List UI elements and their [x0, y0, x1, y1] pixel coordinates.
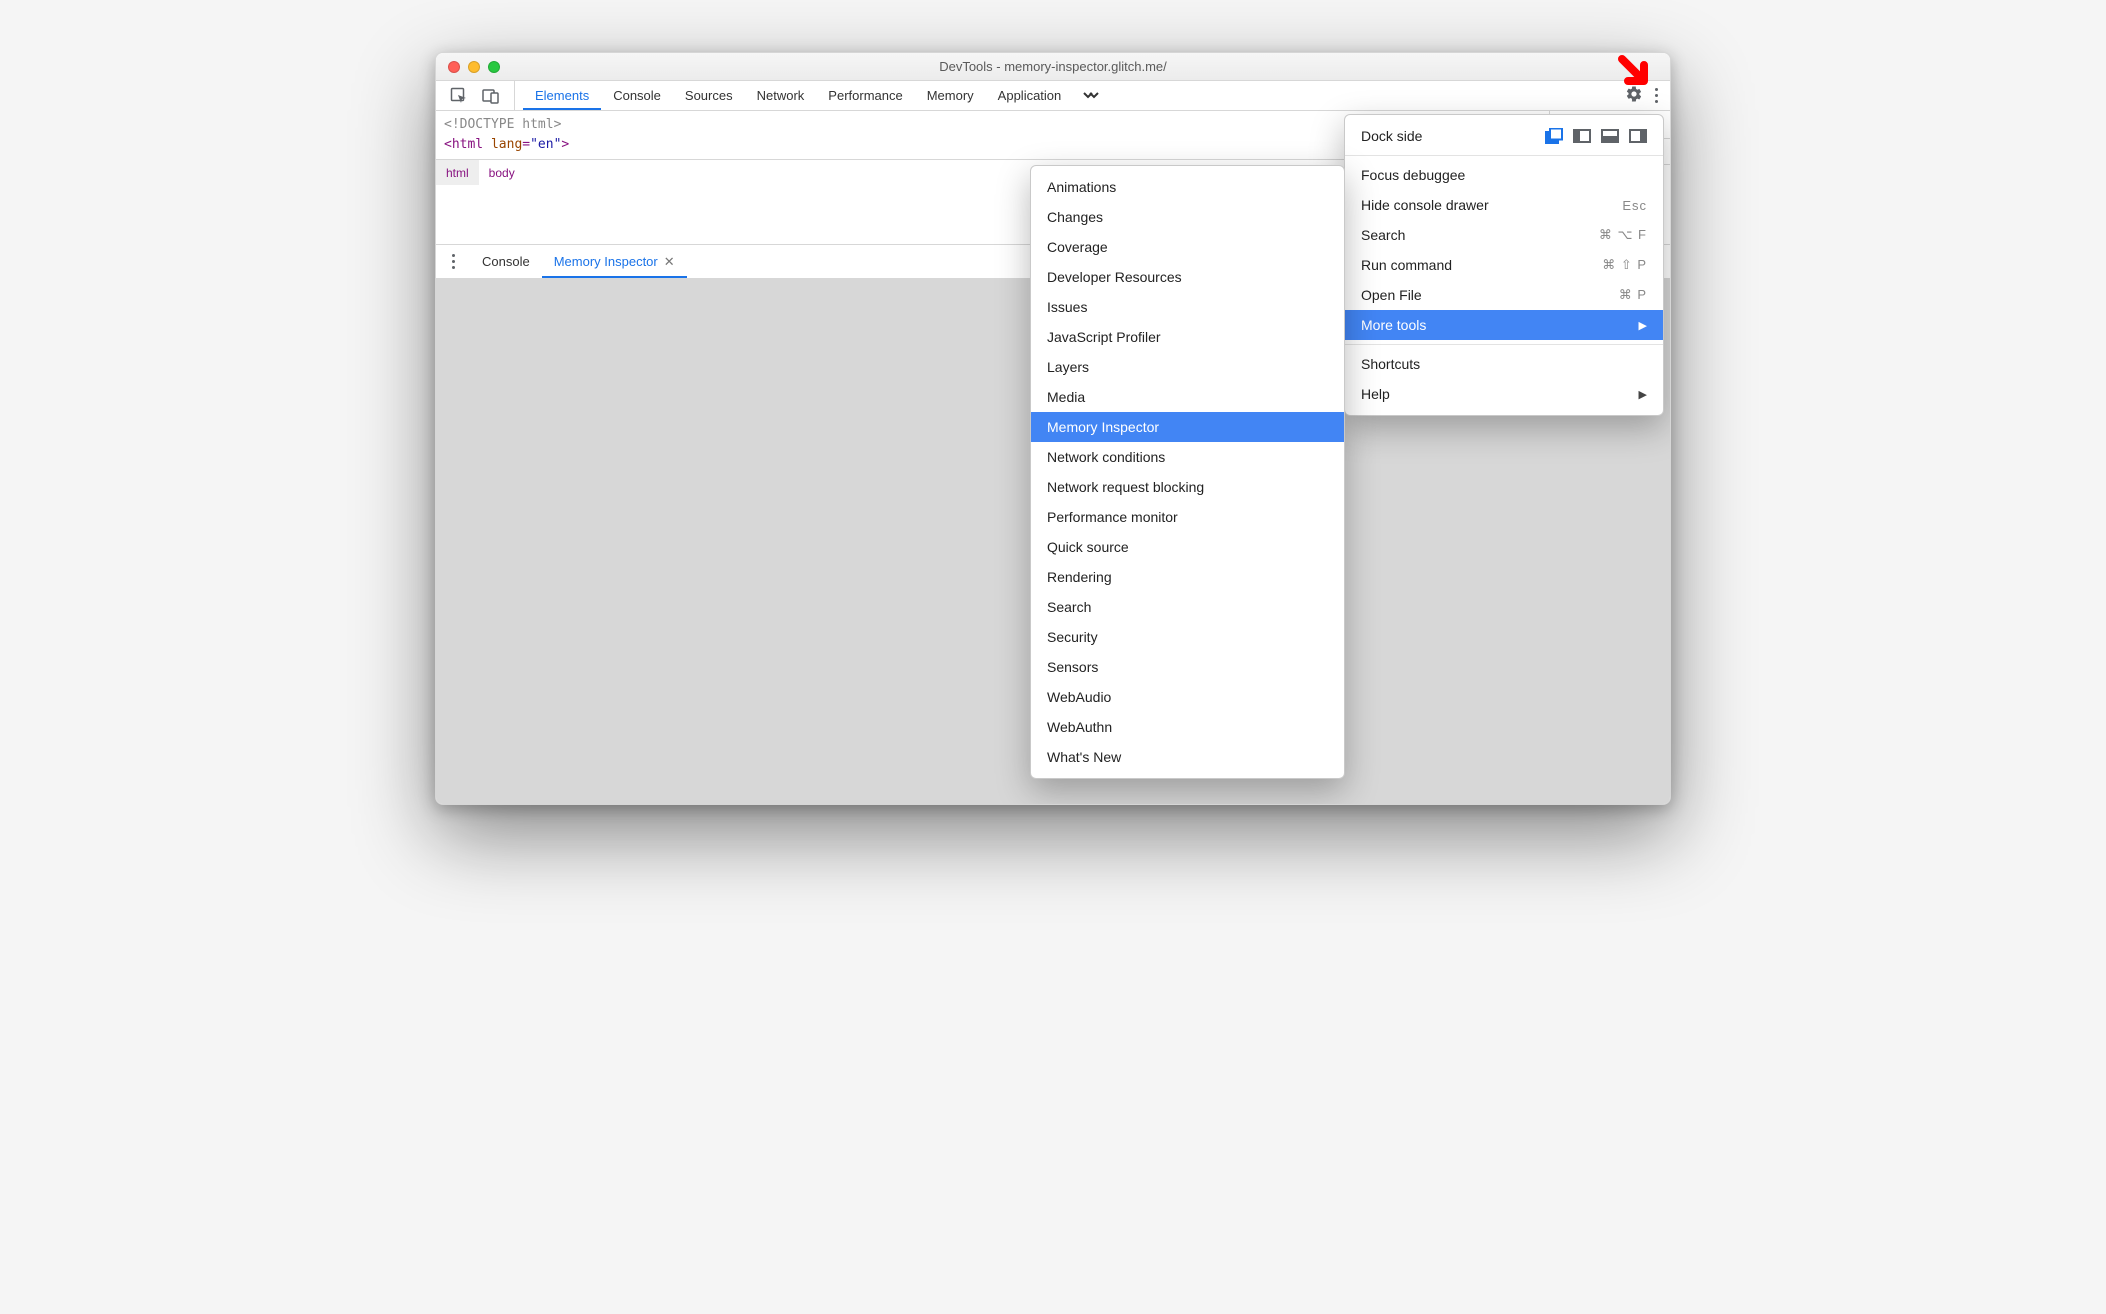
menu-item-help[interactable]: Help▶	[1345, 379, 1663, 409]
submenu-item-developer-resources[interactable]: Developer Resources	[1031, 262, 1344, 292]
submenu-item-search[interactable]: Search	[1031, 592, 1344, 622]
dock-side-label: Dock side	[1361, 128, 1422, 144]
menu-item-open-file[interactable]: Open File⌘ P	[1345, 280, 1663, 310]
dock-side-row: Dock side	[1345, 121, 1663, 151]
submenu-item-network-conditions[interactable]: Network conditions	[1031, 442, 1344, 472]
submenu-item-changes[interactable]: Changes	[1031, 202, 1344, 232]
menu-item-hide-console-drawer[interactable]: Hide console drawerEsc	[1345, 190, 1663, 220]
drawer-tab-memory-inspector[interactable]: Memory Inspector✕	[542, 245, 687, 278]
menu-item-search[interactable]: Search⌘ ⌥ F	[1345, 220, 1663, 250]
traffic-lights	[436, 61, 500, 73]
settings-gear-icon[interactable]	[1625, 85, 1643, 106]
submenu-item-network-request-blocking[interactable]: Network request blocking	[1031, 472, 1344, 502]
dom-line-doctype: <!DOCTYPE html>	[444, 117, 561, 132]
menu-item-shortcuts[interactable]: Shortcuts	[1345, 349, 1663, 379]
panel-tab-elements[interactable]: Elements	[523, 81, 601, 110]
submenu-item-javascript-profiler[interactable]: JavaScript Profiler	[1031, 322, 1344, 352]
minimize-window-button[interactable]	[468, 61, 480, 73]
submenu-item-animations[interactable]: Animations	[1031, 172, 1344, 202]
devtools-window: DevTools - memory-inspector.glitch.me/ E…	[435, 52, 1671, 805]
submenu-chevron-icon: ▶	[1639, 388, 1647, 401]
breadcrumb-body[interactable]: body	[479, 160, 525, 185]
device-toolbar-icon[interactable]	[482, 87, 500, 105]
drawer-kebab-button[interactable]	[436, 245, 470, 278]
more-tools-label: More tools	[1361, 317, 1426, 333]
panel-tabs: ElementsConsoleSourcesNetworkPerformance…	[515, 81, 1073, 110]
panel-tab-memory[interactable]: Memory	[915, 81, 986, 110]
main-menu: Dock side Focus debuggeeHide console dra…	[1344, 114, 1664, 416]
panel-tab-sources[interactable]: Sources	[673, 81, 745, 110]
panel-tab-console[interactable]: Console	[601, 81, 673, 110]
drawer-tab-console[interactable]: Console	[470, 245, 542, 278]
submenu-item-memory-inspector[interactable]: Memory Inspector	[1031, 412, 1344, 442]
submenu-item-sensors[interactable]: Sensors	[1031, 652, 1344, 682]
submenu-item-issues[interactable]: Issues	[1031, 292, 1344, 322]
submenu-item-layers[interactable]: Layers	[1031, 352, 1344, 382]
dock-undock-icon[interactable]	[1545, 128, 1563, 144]
submenu-chevron-icon: ▶	[1639, 319, 1647, 332]
panel-tab-network[interactable]: Network	[745, 81, 817, 110]
more-panels-button[interactable]	[1073, 81, 1109, 110]
submenu-item-performance-monitor[interactable]: Performance monitor	[1031, 502, 1344, 532]
window-title: DevTools - memory-inspector.glitch.me/	[436, 59, 1670, 74]
menu-item-more-tools[interactable]: More tools ▶	[1345, 310, 1663, 340]
submenu-item-coverage[interactable]: Coverage	[1031, 232, 1344, 262]
close-tab-icon[interactable]: ✕	[664, 254, 675, 270]
more-tools-submenu: AnimationsChangesCoverageDeveloper Resou…	[1030, 165, 1345, 779]
submenu-item-quick-source[interactable]: Quick source	[1031, 532, 1344, 562]
breadcrumb-html[interactable]: html	[436, 160, 479, 185]
menu-item-run-command[interactable]: Run command⌘ ⇧ P	[1345, 250, 1663, 280]
submenu-item-media[interactable]: Media	[1031, 382, 1344, 412]
dock-left-icon[interactable]	[1573, 129, 1591, 143]
inspect-element-icon[interactable]	[450, 87, 468, 105]
menu-item-focus-debuggee[interactable]: Focus debuggee	[1345, 160, 1663, 190]
dock-right-icon[interactable]	[1629, 129, 1647, 143]
submenu-item-security[interactable]: Security	[1031, 622, 1344, 652]
panel-tab-application[interactable]: Application	[986, 81, 1074, 110]
submenu-item-webauthn[interactable]: WebAuthn	[1031, 712, 1344, 742]
dock-bottom-icon[interactable]	[1601, 129, 1619, 143]
main-toolbar: ElementsConsoleSourcesNetworkPerformance…	[436, 81, 1670, 111]
menu-separator	[1345, 155, 1663, 156]
window-titlebar: DevTools - memory-inspector.glitch.me/	[436, 53, 1670, 81]
zoom-window-button[interactable]	[488, 61, 500, 73]
kebab-menu-button[interactable]	[1655, 88, 1658, 103]
close-window-button[interactable]	[448, 61, 460, 73]
menu-separator	[1345, 344, 1663, 345]
submenu-item-webaudio[interactable]: WebAudio	[1031, 682, 1344, 712]
panel-tab-performance[interactable]: Performance	[816, 81, 914, 110]
submenu-item-rendering[interactable]: Rendering	[1031, 562, 1344, 592]
submenu-item-what-s-new[interactable]: What's New	[1031, 742, 1344, 772]
